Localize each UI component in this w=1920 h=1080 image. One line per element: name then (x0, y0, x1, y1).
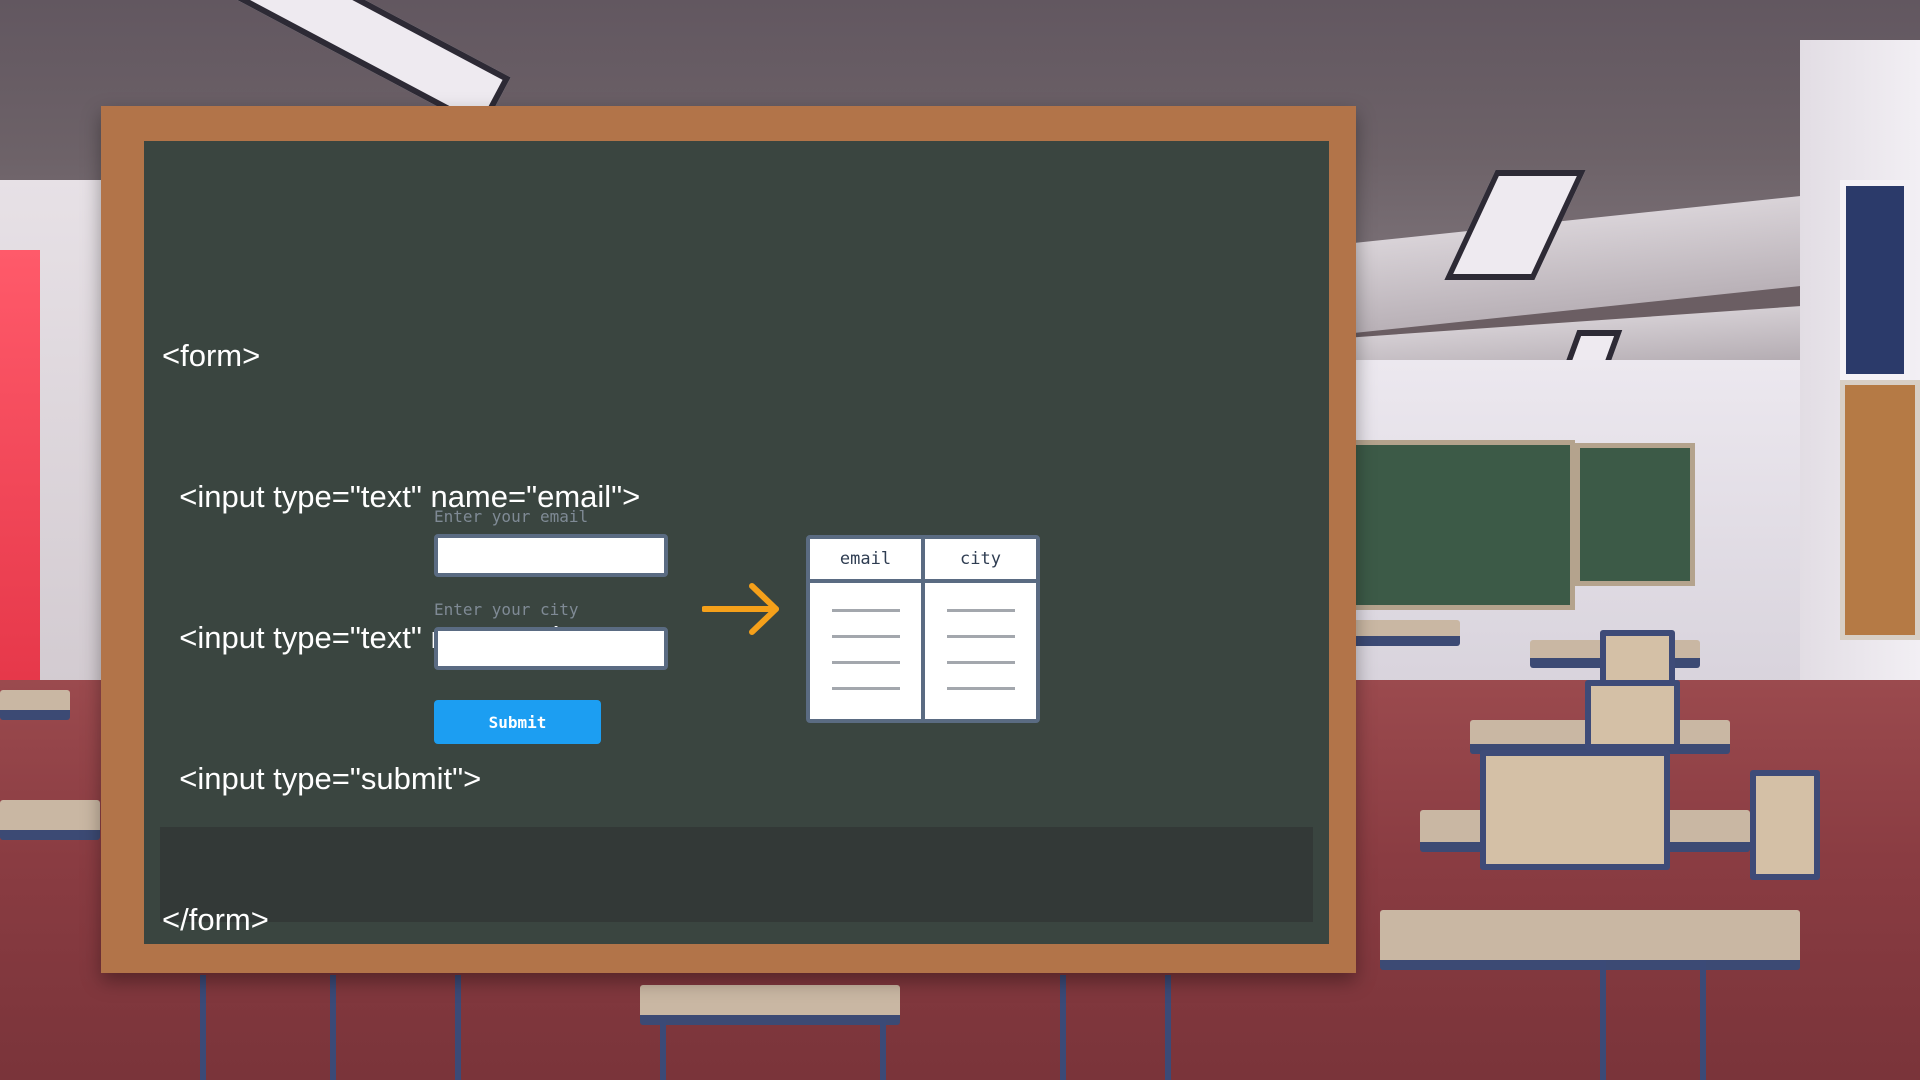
cork-board (1840, 380, 1920, 640)
table-header-city: city (925, 539, 1036, 583)
back-chalkboard (1575, 443, 1695, 586)
desk-leg (1060, 975, 1066, 1080)
desk (640, 985, 900, 1025)
desk-leg (455, 975, 461, 1080)
table-column-city: city (921, 539, 1036, 719)
table-row-placeholder (832, 687, 900, 690)
table-row-placeholder (947, 635, 1015, 638)
desk-leg (330, 975, 336, 1080)
desk (0, 690, 70, 720)
table-column-email: email (810, 539, 921, 719)
desk-leg (880, 1020, 886, 1080)
chair (1585, 680, 1680, 750)
desk (1350, 620, 1460, 646)
database-table-preview: email city (806, 535, 1040, 723)
table-row-placeholder (947, 687, 1015, 690)
desk-leg (1600, 960, 1606, 1080)
code-line: <form> (162, 338, 261, 373)
back-chalkboard (1350, 440, 1575, 610)
city-field-label: Enter your city (434, 600, 579, 619)
table-row-placeholder (832, 635, 900, 638)
desk-leg (1165, 975, 1171, 1080)
table-row-placeholder (947, 661, 1015, 664)
window (1840, 180, 1910, 380)
submit-button[interactable]: Submit (434, 700, 601, 744)
email-field[interactable] (434, 534, 668, 577)
desk-leg (660, 1020, 666, 1080)
code-line: </form> (162, 902, 269, 937)
city-field[interactable] (434, 627, 668, 670)
code-line: <input type="submit"> (162, 761, 482, 796)
chair (1750, 770, 1820, 880)
email-field-label: Enter your email (434, 507, 589, 526)
table-row-placeholder (832, 609, 900, 612)
chair (1480, 750, 1670, 870)
desk-leg (200, 975, 206, 1080)
arrow-right-icon (702, 583, 779, 635)
table-row-placeholder (832, 661, 900, 664)
desk-leg (1700, 960, 1706, 1080)
window (0, 250, 40, 680)
desk (0, 800, 100, 840)
table-row-placeholder (947, 609, 1015, 612)
table-header-email: email (810, 539, 921, 583)
desk (1380, 910, 1800, 970)
